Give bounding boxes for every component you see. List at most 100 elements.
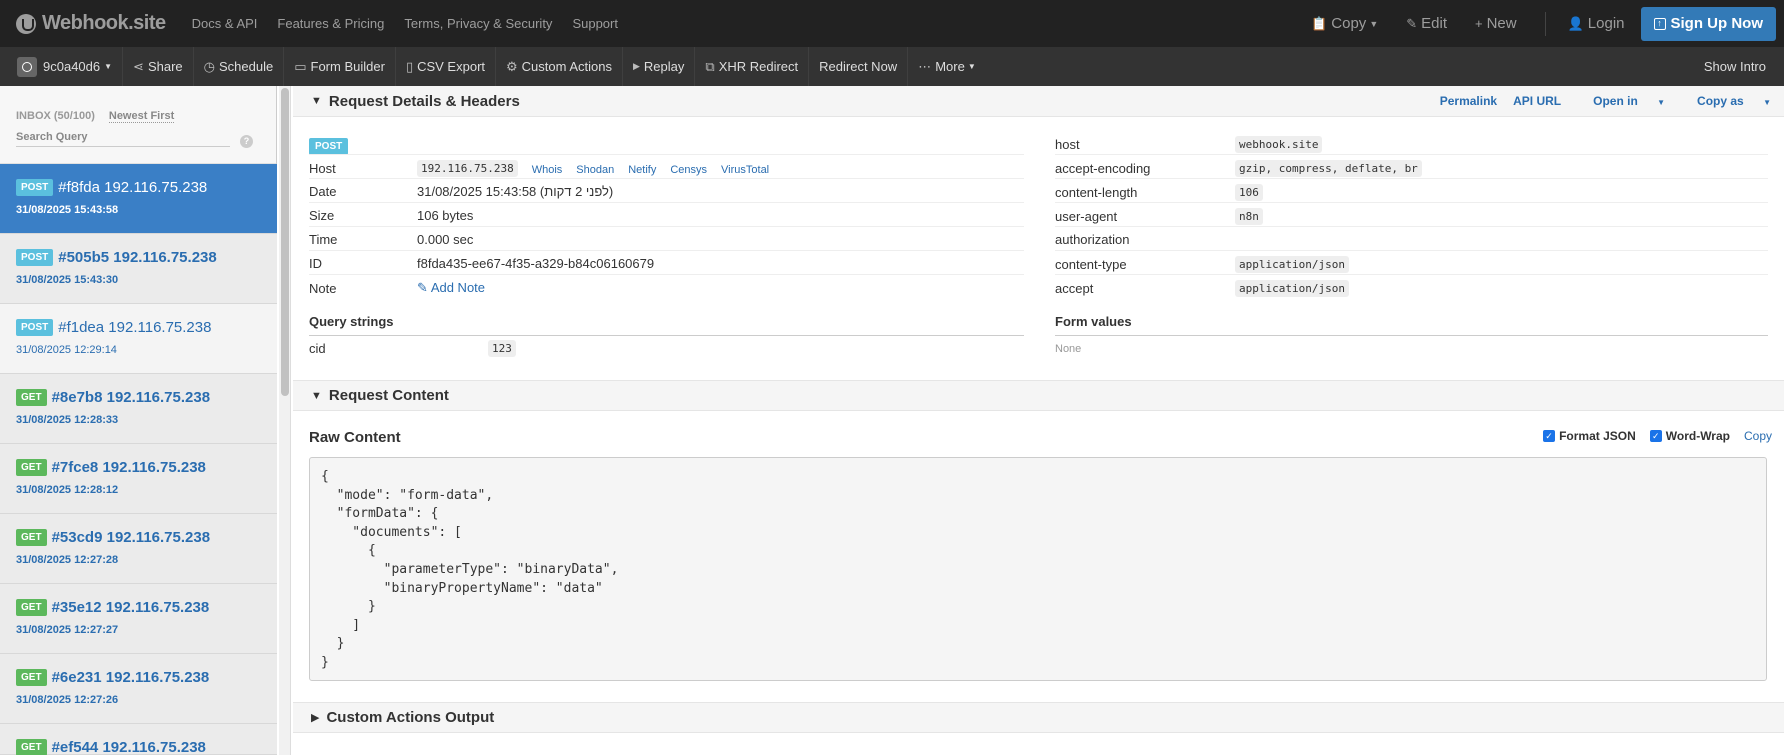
divider	[1055, 178, 1768, 179]
header-value: webhook.site	[1235, 136, 1323, 153]
redirect-icon: ⧉	[705, 58, 715, 74]
method-badge: POST	[16, 249, 54, 266]
request-time: 31/08/2025 15:43:58	[16, 204, 119, 216]
scrollbar-thumb[interactable]	[281, 88, 289, 396]
sort-toggle[interactable]: Newest First	[108, 110, 175, 123]
divider	[1055, 274, 1768, 275]
whois-link[interactable]: Whois	[532, 164, 563, 176]
caret-down-icon: ▼	[967, 62, 976, 71]
request-id: #6e231	[51, 669, 102, 686]
divider	[1055, 226, 1768, 227]
schedule-button[interactable]: ◷ Schedule	[194, 47, 285, 86]
permalink-link[interactable]: Permalink	[1440, 94, 1497, 108]
shodan-link[interactable]: Shodan	[576, 164, 614, 176]
header-row: authorization	[1055, 232, 1235, 247]
request-item[interactable]: POST #505b5 192.116.75.238 31/08/2025 15:…	[0, 234, 277, 304]
id-row: ID f8fda435-ee67-4f35-a329-b84c06160679	[309, 256, 654, 271]
copy-dropdown[interactable]: 📋 Copy ▼	[1311, 15, 1378, 32]
request-item[interactable]: GET #35e12 192.116.75.238 31/08/2025 12:2…	[0, 584, 277, 654]
request-details-header[interactable]: ▼ Request Details & Headers Permalink AP…	[293, 86, 1784, 117]
censys-link[interactable]: Censys	[670, 164, 707, 176]
pencil-icon: ✎	[417, 280, 428, 295]
caret-down-icon: ▼	[1657, 98, 1666, 107]
request-time: 31/08/2025 12:29:14	[16, 344, 117, 356]
nav-support[interactable]: Support	[572, 16, 618, 31]
section-title: Request Content	[328, 387, 449, 404]
sidebar-scrollbar[interactable]	[279, 86, 291, 755]
redirect-now-button[interactable]: Redirect Now	[809, 47, 909, 86]
netify-link[interactable]: Netify	[628, 164, 656, 176]
nav-docs-api[interactable]: Docs & API	[192, 16, 258, 31]
id-value: f8fda435-ee67-4f35-a329-b84c06160679	[417, 256, 655, 271]
request-time: 31/08/2025 15:43:30	[16, 274, 119, 286]
query-strings-title: Query strings	[309, 314, 394, 329]
section-title: Custom Actions Output	[326, 709, 495, 726]
xhr-redirect-button[interactable]: ⧉ XHR Redirect	[695, 47, 810, 86]
search-input[interactable]: Search Query	[16, 131, 230, 147]
virustotal-link[interactable]: VirusTotal	[721, 164, 769, 176]
request-ip: 192.116.75.238	[105, 599, 210, 616]
action-toolbar: 9c0a40d6 ▼ ⋖ Share ◷ Schedule ▭ Form Builde…	[0, 47, 1784, 86]
request-ip: 192.116.75.238	[108, 319, 212, 336]
divider	[1055, 202, 1768, 203]
xhr-redirect-label: XHR Redirect	[718, 59, 799, 74]
request-item[interactable]: POST #f8fda 192.116.75.238 31/08/2025 15:…	[0, 164, 277, 234]
id-label: ID	[309, 256, 322, 271]
request-item[interactable]: GET #ef544 192.116.75.238	[0, 724, 277, 755]
caret-down-icon: ▼	[1369, 18, 1379, 29]
add-note-link[interactable]: ✎ Add Note	[417, 280, 485, 296]
share-button[interactable]: ⋖ Share	[123, 47, 194, 86]
nav-features-pricing[interactable]: Features & Pricing	[277, 16, 384, 31]
request-item[interactable]: GET #53cd9 192.116.75.238 31/08/2025 12:2…	[0, 514, 277, 584]
word-wrap-toggle[interactable]: ✓ Word-Wrap	[1649, 429, 1730, 443]
request-item[interactable]: GET #8e7b8 192.116.75.238 31/08/2025 12:2…	[0, 374, 277, 444]
copy-raw-link[interactable]: Copy	[1744, 429, 1772, 443]
more-dropdown[interactable]: ⋯ More ▼	[908, 47, 986, 86]
api-url-link[interactable]: API URL	[1513, 94, 1561, 108]
sign-up-button[interactable]: ↑ Sign Up Now	[1640, 6, 1776, 41]
copy-as-dropdown[interactable]: Copy as ▼	[1681, 94, 1771, 108]
header-row: content-length 106	[1055, 184, 1263, 201]
custom-actions-output-header[interactable]: ▶ Custom Actions Output	[293, 702, 1784, 733]
request-item[interactable]: GET #7fce8 192.116.75.238 31/08/2025 12:2…	[0, 444, 277, 514]
csv-export-button[interactable]: ▯ CSV Export	[396, 47, 497, 86]
format-json-toggle[interactable]: ✓ Format JSON	[1543, 429, 1636, 443]
edit-button[interactable]: ✎ Edit	[1406, 15, 1447, 32]
request-item[interactable]: POST #f1dea 192.116.75.238 31/08/2025 12:…	[0, 304, 277, 374]
method-badge: GET	[16, 459, 47, 476]
show-intro-link[interactable]: Show Intro	[1694, 47, 1776, 86]
brand-logo[interactable]: Webhook.site	[16, 12, 166, 35]
gear-icon: ⚙	[506, 58, 518, 74]
divider	[309, 154, 1024, 155]
sign-up-label: Sign Up Now	[1670, 15, 1764, 32]
share-label: Share	[147, 59, 183, 74]
request-time: 31/08/2025 12:27:27	[16, 624, 119, 636]
header-row: content-type application/json	[1055, 256, 1349, 273]
raw-content-box[interactable]: { "mode": "form-data", "formData": { "do…	[309, 457, 1767, 681]
request-time: 31/08/2025 12:27:26	[16, 694, 119, 706]
form-builder-button[interactable]: ▭ Form Builder	[284, 47, 396, 86]
token-selector[interactable]: 9c0a40d6 ▼	[17, 47, 124, 86]
replay-button[interactable]: ▶ Replay	[623, 47, 696, 86]
custom-actions-button[interactable]: ⚙ Custom Actions	[496, 47, 623, 86]
new-button[interactable]: + New	[1475, 15, 1517, 32]
query-row: cid 123	[309, 340, 516, 357]
checkbox-checked-icon[interactable]: ✓	[1649, 430, 1662, 442]
checkbox-checked-icon[interactable]: ✓	[1543, 430, 1556, 442]
request-id: #35e12	[51, 599, 102, 616]
host-ip: 192.116.75.238	[417, 160, 518, 177]
caret-down-icon: ▼	[104, 62, 113, 71]
header-key: accept	[1055, 281, 1094, 296]
header-row: host webhook.site	[1055, 136, 1323, 153]
word-wrap-label: Word-Wrap	[1665, 429, 1730, 443]
help-icon[interactable]: ?	[240, 135, 253, 148]
open-in-dropdown[interactable]: Open in ▼	[1577, 94, 1665, 108]
header-row: accept-encoding gzip, compress, deflate, …	[1055, 160, 1422, 177]
method-badge: GET	[16, 529, 47, 546]
nav-terms[interactable]: Terms, Privacy & Security	[404, 16, 552, 31]
raw-content-title: Raw Content	[309, 429, 401, 446]
request-content-header[interactable]: ▼ Request Content	[293, 380, 1784, 411]
form-values-title: Form values	[1055, 314, 1132, 329]
login-button[interactable]: 👤 Login	[1568, 15, 1625, 32]
request-item[interactable]: GET #6e231 192.116.75.238 31/08/2025 12:2…	[0, 654, 277, 724]
